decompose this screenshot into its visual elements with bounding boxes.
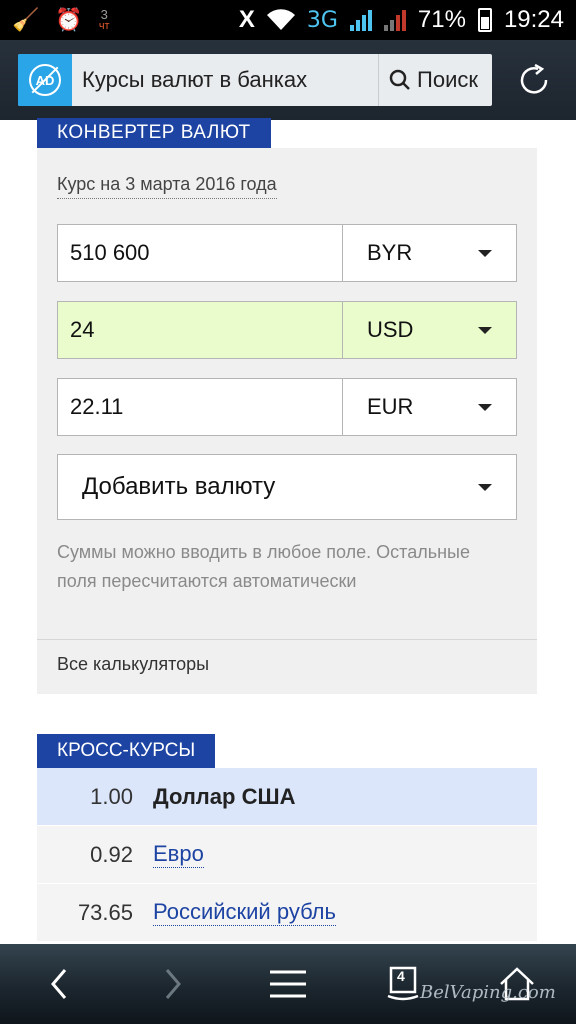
chevron-right-icon (165, 969, 181, 999)
calendar-weekday: чт (98, 20, 110, 32)
x-icon: X (238, 6, 255, 33)
adblock-button[interactable]: AD (18, 54, 72, 106)
alarm-icon: ⏰ (55, 7, 83, 32)
currency-code: USD (367, 317, 414, 342)
currency-select-usd[interactable]: USD (343, 301, 517, 359)
search-button[interactable]: Поиск (378, 54, 492, 106)
add-currency-label: Добавить валюту (82, 473, 276, 500)
currency-select-eur[interactable]: EUR (343, 378, 517, 436)
signal-icon (349, 9, 372, 31)
rate-date[interactable]: Курс на 3 марта 2016 года (57, 174, 277, 199)
cross-rate-value: 0.92 (90, 841, 133, 867)
clock: 19:24 (503, 6, 564, 33)
converter-row-byr: 510 600 BYR (57, 224, 517, 282)
adblock-icon: AD (29, 64, 61, 96)
converter-section-title: КОНВЕРТЕР ВАЛЮТ (37, 118, 271, 148)
cross-rate-value: 1.00 (90, 783, 133, 809)
address-bar[interactable]: AD Курсы валют в банках Поиск (18, 54, 492, 106)
converter-row-eur: 22.11 EUR (57, 378, 517, 436)
cross-rate-row: 73.65 Российский рубль (37, 884, 537, 942)
caret-down-icon (478, 249, 492, 257)
search-icon (389, 69, 410, 90)
amount-input-byr[interactable]: 510 600 (57, 224, 343, 282)
caret-down-icon (478, 326, 492, 334)
currency-code: BYR (367, 240, 413, 265)
caret-down-icon (478, 483, 492, 491)
back-button[interactable] (34, 962, 84, 1006)
cross-rate-currency-link[interactable]: Евро (153, 841, 204, 868)
converter-panel: Курс на 3 марта 2016 года 510 600 BYR 24… (37, 148, 537, 694)
watermark: BelVaping.com (420, 982, 556, 1003)
cross-rates-table: 1.00 Доллар США 0.92 Евро 73.65 Российск… (37, 768, 537, 942)
menu-icon (270, 970, 306, 998)
forward-button[interactable] (148, 962, 198, 1006)
battery-percent: 71% (417, 6, 466, 33)
page-title[interactable]: Курсы валют в банках (72, 67, 378, 93)
refresh-button[interactable] (512, 58, 556, 102)
tab-count: 4 (397, 968, 405, 984)
search-label: Поиск (417, 67, 478, 92)
wifi-icon (266, 9, 295, 31)
refresh-icon (520, 63, 548, 94)
status-bar: 🧹 ⏰ 3 чт X 3G 71% 19:24 (0, 0, 576, 40)
calendar-icon: 3 чт (99, 8, 110, 32)
signal-icon-2 (383, 9, 406, 31)
currency-code: EUR (367, 394, 414, 419)
amount-input-eur[interactable]: 22.11 (57, 378, 343, 436)
currency-select-byr[interactable]: BYR (343, 224, 517, 282)
amount-input-usd[interactable]: 24 (57, 301, 343, 359)
cross-rate-currency: Доллар США (153, 783, 296, 809)
broom-icon: 🧹 (12, 7, 40, 32)
browser-toolbar: AD Курсы валют в банках Поиск (0, 40, 576, 120)
converter-row-usd: 24 USD (57, 301, 517, 359)
network-type: 3G (306, 7, 338, 33)
cross-rate-row: 0.92 Евро (37, 826, 537, 884)
battery-icon (477, 8, 492, 32)
divider (37, 639, 537, 640)
add-currency-select[interactable]: Добавить валюту (57, 454, 517, 520)
all-calculators-link[interactable]: Все калькуляторы (57, 654, 209, 675)
cross-rate-currency-link[interactable]: Российский рубль (153, 899, 336, 926)
caret-down-icon (478, 403, 492, 411)
cross-rates-section-title: КРОСС-КУРСЫ (37, 734, 216, 768)
menu-button[interactable] (263, 962, 313, 1006)
adblock-label: AD (35, 72, 55, 88)
chevron-left-icon (51, 969, 67, 999)
cross-rate-value: 73.65 (77, 899, 133, 925)
converter-hint: Суммы можно вводить в любое поле. Осталь… (57, 542, 470, 591)
cross-rate-row: 1.00 Доллар США (37, 768, 537, 826)
